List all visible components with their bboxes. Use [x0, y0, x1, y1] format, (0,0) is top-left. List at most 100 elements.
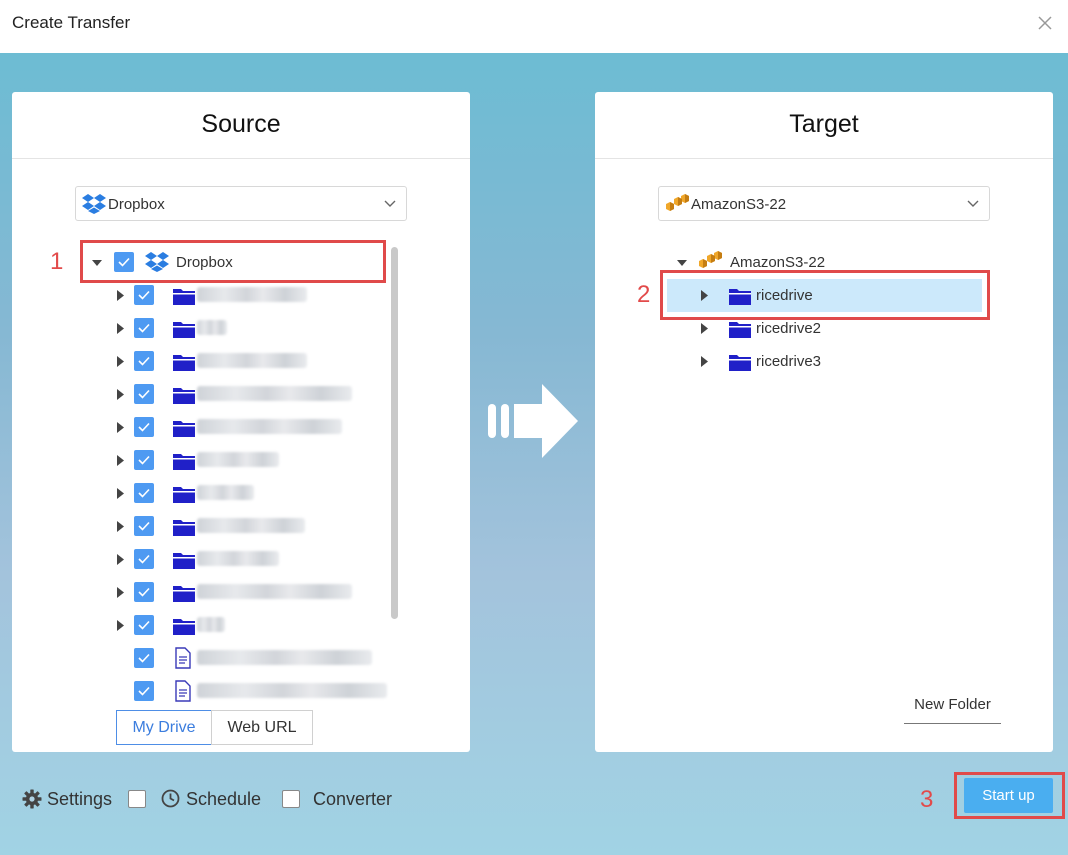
caret-right-icon[interactable] — [115, 422, 125, 433]
dropbox-icon — [82, 194, 106, 214]
redacted-name — [197, 419, 342, 434]
checkbox-checked[interactable] — [134, 549, 154, 569]
source-heading: Source — [12, 92, 470, 159]
caret-right-icon[interactable] — [115, 323, 125, 334]
checkbox-checked[interactable] — [134, 450, 154, 470]
list-item[interactable] — [12, 675, 470, 702]
folder-icon — [729, 322, 751, 338]
caret-down-icon[interactable] — [677, 257, 687, 268]
clock-icon — [161, 789, 180, 808]
target-root-label: AmazonS3-22 — [730, 254, 826, 271]
settings-button[interactable]: Settings — [47, 789, 112, 810]
redacted-name — [197, 485, 254, 500]
amazon-s3-icon — [699, 251, 722, 268]
caret-right-icon[interactable] — [115, 389, 125, 400]
redacted-name — [197, 650, 372, 665]
checkbox-checked[interactable] — [134, 417, 154, 437]
folder-icon — [173, 355, 195, 371]
source-panel: Source Dropbox Dropbox My Drive Web URL — [12, 92, 470, 752]
folder-icon — [173, 421, 195, 437]
caret-right-icon[interactable] — [115, 521, 125, 532]
source-tree: Dropbox — [12, 242, 470, 702]
caret-right-icon[interactable] — [115, 356, 125, 367]
highlight-box-source-root — [80, 240, 386, 283]
chevron-down-icon — [384, 200, 396, 207]
step-three-label: 3 — [920, 786, 934, 813]
schedule-checkbox[interactable] — [128, 790, 146, 808]
redacted-name — [197, 551, 279, 566]
redacted-name — [197, 452, 279, 467]
folder-icon — [173, 322, 195, 338]
folder-icon — [173, 388, 195, 404]
folder-icon — [173, 454, 195, 470]
checkbox-checked[interactable] — [134, 483, 154, 503]
caret-right-icon[interactable] — [115, 620, 125, 631]
list-item[interactable] — [12, 477, 470, 510]
target-folder-row[interactable]: ricedrive3 — [595, 345, 1053, 378]
checkbox-checked[interactable] — [134, 318, 154, 338]
amazon-s3-icon — [666, 194, 689, 211]
target-cloud-select[interactable]: AmazonS3-22 — [658, 186, 990, 221]
target-folder-label: ricedrive3 — [756, 353, 822, 370]
window-title: Create Transfer — [12, 13, 131, 32]
folder-icon — [173, 553, 195, 569]
caret-right-icon[interactable] — [115, 455, 125, 466]
caret-right-icon[interactable] — [115, 587, 125, 598]
source-cloud-select[interactable]: Dropbox — [75, 186, 407, 221]
redacted-name — [197, 683, 387, 698]
list-item[interactable] — [12, 411, 470, 444]
gear-icon[interactable] — [22, 789, 42, 809]
tab-my-drive[interactable]: My Drive — [116, 710, 212, 745]
list-item[interactable] — [12, 642, 470, 675]
caret-right-icon[interactable] — [699, 356, 709, 367]
list-item[interactable] — [12, 312, 470, 345]
list-item[interactable] — [12, 378, 470, 411]
redacted-name — [197, 287, 307, 302]
source-scrollbar[interactable] — [391, 247, 398, 619]
redacted-name — [197, 320, 227, 335]
caret-right-icon[interactable] — [115, 290, 125, 301]
caret-right-icon[interactable] — [115, 488, 125, 499]
target-select-label: AmazonS3-22 — [691, 196, 787, 213]
checkbox-checked[interactable] — [134, 384, 154, 404]
file-icon — [175, 680, 191, 702]
schedule-label[interactable]: Schedule — [186, 789, 261, 810]
checkbox-checked[interactable] — [134, 351, 154, 371]
list-item[interactable] — [12, 345, 470, 378]
target-heading: Target — [595, 92, 1053, 159]
list-item[interactable] — [12, 576, 470, 609]
converter-label[interactable]: Converter — [313, 789, 392, 810]
step-one-label: 1 — [50, 248, 64, 275]
redacted-name — [197, 617, 225, 632]
highlight-box-target-folder — [660, 270, 990, 320]
folder-icon — [173, 487, 195, 503]
list-item[interactable] — [12, 510, 470, 543]
redacted-name — [197, 386, 352, 401]
converter-checkbox[interactable] — [282, 790, 300, 808]
folder-icon — [173, 586, 195, 602]
chevron-down-icon — [967, 200, 979, 207]
checkbox-checked[interactable] — [134, 681, 154, 701]
list-item[interactable] — [12, 609, 470, 642]
redacted-name — [197, 518, 305, 533]
folder-icon — [173, 619, 195, 635]
transfer-arrow-icon — [488, 384, 578, 458]
checkbox-checked[interactable] — [134, 648, 154, 668]
file-icon — [175, 647, 191, 669]
list-item[interactable] — [12, 279, 470, 312]
folder-icon — [173, 289, 195, 305]
tab-web-url[interactable]: Web URL — [211, 710, 313, 745]
checkbox-checked[interactable] — [134, 516, 154, 536]
caret-right-icon[interactable] — [699, 323, 709, 334]
list-item[interactable] — [12, 543, 470, 576]
redacted-name — [197, 353, 307, 368]
checkbox-checked[interactable] — [134, 582, 154, 602]
list-item[interactable] — [12, 444, 470, 477]
caret-right-icon[interactable] — [115, 554, 125, 565]
checkbox-checked[interactable] — [134, 285, 154, 305]
checkbox-checked[interactable] — [134, 615, 154, 635]
new-folder-button[interactable]: New Folder — [904, 690, 1001, 724]
close-icon[interactable] — [1036, 14, 1054, 32]
step-two-label: 2 — [637, 281, 651, 308]
folder-icon — [173, 520, 195, 536]
